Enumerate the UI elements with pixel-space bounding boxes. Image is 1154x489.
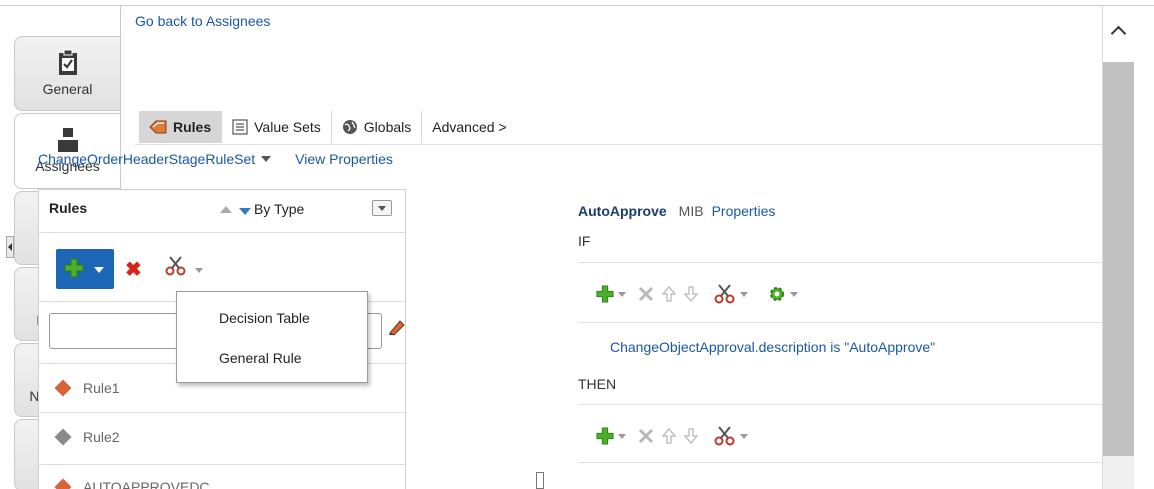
panel-resize-handle[interactable] [536, 472, 544, 489]
value-sets-icon [232, 119, 248, 135]
gear-icon[interactable] [768, 285, 786, 303]
side-tab-general[interactable]: General [14, 36, 120, 111]
tab-value-sets-label: Value Sets [254, 119, 321, 135]
tab-globals-label: Globals [363, 119, 412, 135]
list-item[interactable]: Rule1 [54, 379, 120, 397]
vertical-scrollbar[interactable] [1102, 6, 1135, 489]
condition-text[interactable]: ChangeObjectApproval.description is "Aut… [610, 339, 935, 355]
chevron-down-icon [94, 267, 104, 273]
tab-rules[interactable]: Rules [139, 111, 223, 143]
sort-ascending-icon[interactable] [220, 206, 232, 213]
ruleset-selector[interactable]: ChangeOrderHeaderStageRuleSet [38, 151, 255, 167]
add-action-icon[interactable] [596, 427, 614, 445]
section-divider [578, 262, 1102, 263]
then-toolbar [596, 424, 756, 448]
go-back-link[interactable]: Go back to Assignees [135, 13, 270, 29]
move-down-icon[interactable] [684, 286, 698, 302]
cut-icon[interactable] [165, 256, 187, 276]
eraser-icon[interactable] [387, 318, 405, 336]
sort-by-dropdown-button[interactable] [372, 200, 392, 216]
section-divider [578, 322, 1102, 323]
menu-item-decision-table[interactable]: Decision Table [219, 310, 310, 326]
list-item[interactable]: AUTOAPPROVEDC [54, 478, 210, 489]
tab-globals[interactable]: Globals [332, 111, 423, 143]
panel-divider [39, 412, 405, 413]
panel-divider [39, 232, 405, 233]
plus-icon [64, 258, 84, 278]
rule-name: AutoApprove [578, 203, 667, 219]
sort-descending-icon[interactable] [239, 208, 251, 215]
scroll-thumb[interactable] [1103, 62, 1135, 456]
list-item[interactable]: Rule2 [54, 428, 120, 446]
collapse-splitter-handle[interactable] [6, 236, 14, 258]
rule-diamond-icon [54, 428, 72, 446]
if-label: IF [578, 233, 591, 249]
section-divider [578, 404, 1102, 405]
tab-advanced-label: Advanced > [432, 119, 507, 135]
delete-icon[interactable] [638, 286, 654, 302]
tab-value-sets[interactable]: Value Sets [222, 111, 332, 143]
view-properties-link[interactable]: View Properties [295, 151, 393, 167]
tab-rules-label: Rules [173, 119, 212, 135]
side-tab-label: General [42, 81, 93, 97]
add-rule-button[interactable] [56, 249, 114, 289]
cut-icon[interactable] [714, 426, 736, 446]
ruleset-row: ChangeOrderHeaderStageRuleSet View Prope… [38, 151, 393, 167]
rule-tag: MIB [678, 203, 704, 219]
rules-subtab-bar: Rules Value Sets Globals Advanced > [139, 110, 517, 144]
move-up-icon[interactable] [662, 286, 676, 302]
rule-label: AUTOAPPROVEDC [83, 479, 210, 489]
scroll-track[interactable] [1103, 456, 1135, 489]
if-toolbar [596, 282, 806, 306]
chevron-down-icon[interactable] [261, 156, 272, 162]
chevron-down-icon[interactable] [740, 291, 748, 297]
globe-icon [342, 120, 357, 134]
rules-icon [149, 120, 167, 134]
rule-diamond-icon [54, 478, 72, 489]
rule-properties-link[interactable]: Properties [712, 203, 776, 219]
add-condition-icon[interactable] [596, 285, 614, 303]
rule-detail-header: AutoApprove MIB Properties [578, 203, 775, 219]
panel-divider [39, 464, 405, 465]
cut-icon[interactable] [714, 284, 736, 304]
add-rule-menu: Decision Table General Rule [176, 291, 368, 383]
rule-label: Rule1 [83, 380, 120, 396]
chevron-down-icon[interactable] [740, 433, 748, 439]
rules-panel-title: Rules [49, 200, 88, 216]
clipboard-check-icon [58, 49, 77, 75]
delete-rule-button[interactable]: ✖ [125, 260, 142, 280]
rule-diamond-icon [54, 379, 72, 397]
chevron-down-icon[interactable] [618, 433, 626, 439]
chevron-down-icon[interactable] [618, 291, 626, 297]
rule-label: Rule2 [83, 429, 120, 445]
move-down-icon[interactable] [684, 428, 698, 444]
scroll-up-button[interactable] [1103, 6, 1135, 62]
person-icon [57, 128, 78, 152]
section-divider [578, 462, 1102, 463]
tab-advanced[interactable]: Advanced > [422, 111, 516, 143]
then-label: THEN [578, 376, 617, 392]
chevron-down-icon[interactable] [195, 268, 203, 273]
sort-by-label: By Type [254, 201, 305, 217]
window-right-margin [1134, 6, 1154, 489]
menu-item-general-rule[interactable]: General Rule [219, 350, 302, 366]
subtab-divider [135, 144, 1103, 145]
delete-icon[interactable] [638, 428, 654, 444]
move-up-icon[interactable] [662, 428, 676, 444]
chevron-down-icon[interactable] [790, 291, 798, 297]
